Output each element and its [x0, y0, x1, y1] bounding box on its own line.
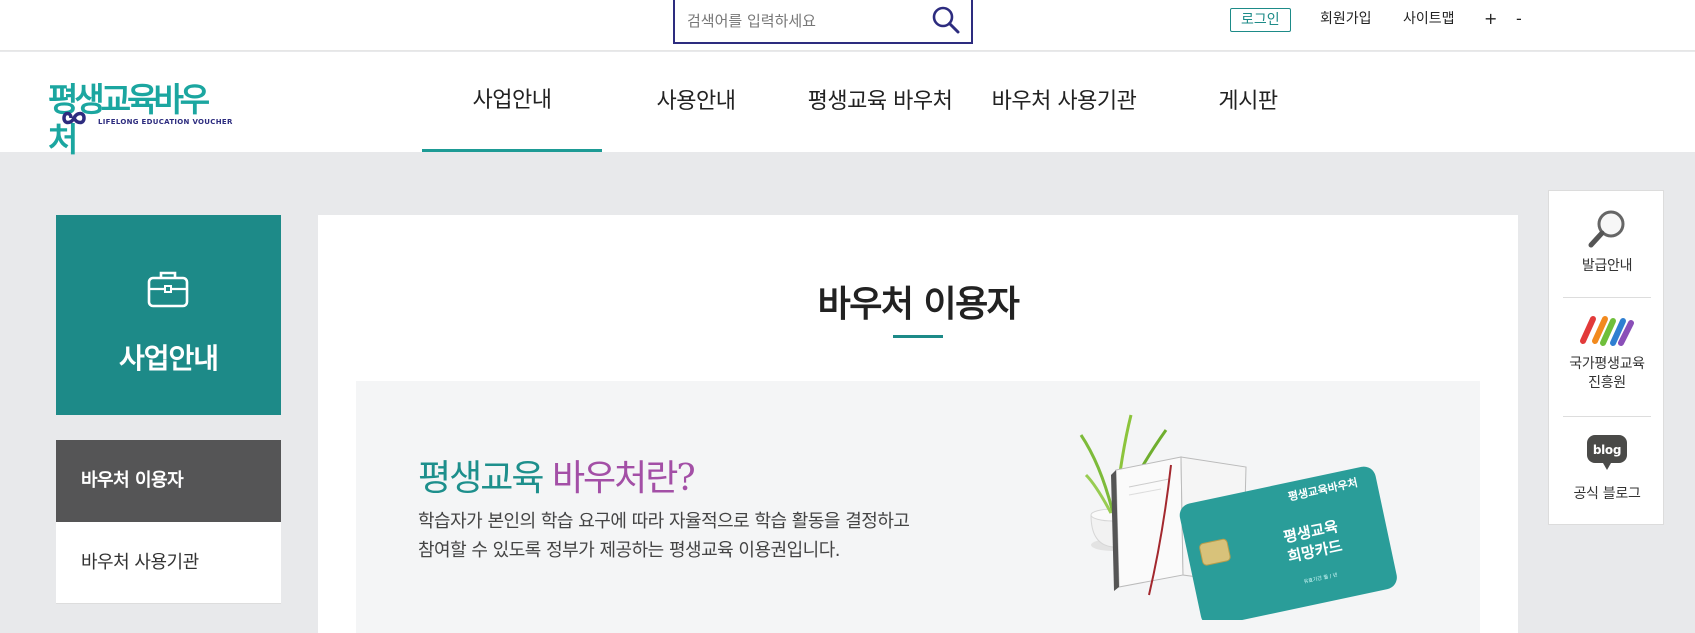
- voucher-intro-banner: 평생교육 바우처란? 학습자가 본인의 학습 요구에 따라 자율적으로 학습 활…: [356, 381, 1480, 633]
- nav-usage-guide[interactable]: 사용안내: [606, 52, 786, 152]
- quick-blog-label: 공식 블로그: [1573, 486, 1641, 502]
- intro-desc-line1: 학습자가 본인의 학습 요구에 따라 자율적으로 학습 활동을 결정하고: [418, 511, 910, 532]
- title-underline: [893, 335, 943, 338]
- intro-heading-part2: 바우처란?: [551, 458, 696, 499]
- sidebar-header: 사업안내: [56, 215, 281, 415]
- nav-voucher-institutions[interactable]: 바우처 사용기관: [974, 52, 1154, 152]
- quick-blog-link[interactable]: blog 공식 블로그: [1563, 433, 1651, 504]
- sidebar-item-voucher-user[interactable]: 바우처 이용자: [56, 440, 281, 522]
- magnifier-icon: [1588, 210, 1625, 248]
- intro-description: 학습자가 본인의 학습 요구에 따라 자율적으로 학습 활동을 결정하고 참여할…: [418, 507, 1018, 565]
- zoom-out-button[interactable]: -: [1516, 8, 1522, 32]
- quick-menu: 발급안내 국가평생교육 진흥원 blog 공식 블로그: [1548, 190, 1664, 525]
- logo-subtitle: LIFELONG EDUCATION VOUCHER: [98, 118, 233, 126]
- search-input[interactable]: [687, 8, 917, 34]
- zoom-in-button[interactable]: +: [1484, 8, 1497, 32]
- utility-bar: 로그인 회원가입 사이트맵 + -: [0, 0, 1695, 51]
- briefcase-icon: [147, 271, 189, 308]
- nav-lifelong-voucher[interactable]: 평생교육 바우처: [790, 52, 970, 152]
- login-button[interactable]: 로그인: [1230, 8, 1291, 32]
- nav-board[interactable]: 게시판: [1158, 52, 1338, 152]
- page-title: 바우처 이용자: [817, 284, 1020, 325]
- intro-desc-line2: 참여할 수 있도록 정부가 제공하는 평생교육 이용권입니다.: [418, 540, 841, 561]
- voucher-card-illustration: 평생교육바우처 평생교육 희망카드 유효기간 월 / 년: [1079, 414, 1397, 620]
- sidebar-title: 사업안내: [118, 342, 219, 375]
- nav-business-info[interactable]: 사업안내: [422, 52, 602, 152]
- quick-issue-guide[interactable]: 발급안내: [1563, 207, 1651, 276]
- blog-icon: blog: [1587, 435, 1627, 470]
- infinity-icon: [62, 111, 86, 125]
- join-link[interactable]: 회원가입: [1320, 8, 1372, 32]
- quick-divider: [1563, 416, 1651, 417]
- nile-logo-icon: [1580, 316, 1634, 346]
- search-icon: [932, 6, 960, 33]
- quick-nile-label-line2: 진흥원: [1588, 375, 1626, 391]
- sitemap-link[interactable]: 사이트맵: [1403, 8, 1455, 32]
- quick-nile-link[interactable]: 국가평생교육 진흥원: [1563, 313, 1651, 393]
- quick-issue-guide-label: 발급안내: [1581, 258, 1633, 274]
- intro-heading-part1: 평생교육: [418, 458, 544, 499]
- blog-icon-text: blog: [1593, 443, 1621, 457]
- main-navigation: 평생교육바우처 LIFELONG EDUCATION VOUCHER 사업안내 …: [0, 52, 1695, 159]
- intro-heading: 평생교육 바우처란?: [418, 449, 696, 501]
- quick-nile-label-line1: 국가평생교육: [1569, 356, 1645, 372]
- search-button[interactable]: [929, 4, 963, 38]
- quick-divider: [1563, 297, 1651, 298]
- site-logo[interactable]: 평생교육바우처 LIFELONG EDUCATION VOUCHER: [46, 80, 232, 159]
- search-box: [673, 0, 973, 44]
- main-content: 바우처 이용자 평생교육 바우처란? 학습자가 본인의 학습 요구에 따라 자율…: [318, 215, 1518, 633]
- sidebar-item-voucher-institution[interactable]: 바우처 사용기관: [56, 522, 281, 604]
